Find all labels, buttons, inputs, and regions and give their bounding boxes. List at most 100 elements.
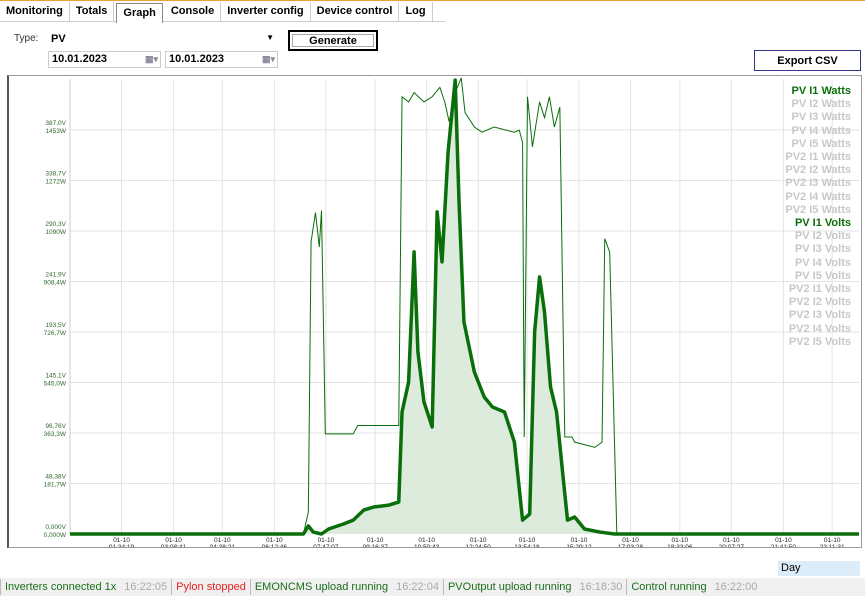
- y-tick-label-volts: 96,76V: [45, 423, 66, 430]
- y-tick-label-watts: 1090W: [45, 229, 66, 236]
- x-tick-time: 03:08:41: [161, 544, 187, 547]
- y-tick-label-volts: 241,9V: [45, 271, 66, 278]
- x-tick-time: 01:34:19: [109, 544, 135, 547]
- x-tick-date: 01-10: [824, 537, 841, 544]
- legend-item[interactable]: PV2 I2 Volts: [785, 296, 851, 309]
- status-time: 16:22:04: [396, 581, 439, 593]
- period-value: Day: [781, 562, 801, 574]
- status-segment: Pylon stopped: [171, 579, 250, 595]
- x-tick-date: 01-10: [622, 537, 639, 544]
- y-tick-label-watts: 0,000W: [44, 532, 67, 539]
- legend-item[interactable]: PV2 I4 Watts: [785, 191, 851, 204]
- legend-item[interactable]: PV I5 Watts: [785, 138, 852, 151]
- y-tick-label-volts: 145,1V: [45, 372, 66, 379]
- x-tick-time: 18:33:06: [667, 544, 693, 547]
- tab-totals[interactable]: Totals: [70, 2, 115, 22]
- period-select[interactable]: Day ▼: [778, 561, 860, 576]
- tab-inverter-config[interactable]: Inverter config: [221, 2, 311, 22]
- status-time: 16:18:30: [579, 581, 623, 593]
- x-tick-time: 09:16:37: [363, 544, 389, 547]
- status-segment: EMONCMS upload running 16:22:04: [249, 579, 443, 595]
- x-tick-date: 01-10: [266, 537, 283, 544]
- legend-item[interactable]: PV I4 Volts: [785, 257, 851, 270]
- x-tick-date: 01-10: [318, 537, 335, 544]
- calendar-icon[interactable]: ▦▾: [262, 54, 275, 65]
- legend-item[interactable]: PV I2 Watts: [785, 98, 852, 111]
- x-tick-time: 23:11:31: [820, 544, 845, 547]
- legend-item[interactable]: PV I1 Volts: [785, 217, 851, 230]
- x-tick-date: 01-10: [470, 537, 487, 544]
- y-tick-label-watts: 726,7W: [44, 330, 67, 337]
- x-tick-time: 21:41:50: [771, 544, 797, 547]
- legend-item[interactable]: PV I1 Watts: [785, 85, 852, 98]
- legend-item[interactable]: PV2 I3 Volts: [785, 309, 851, 322]
- y-tick-label-volts: 290,3V: [45, 221, 66, 228]
- legend-item[interactable]: PV2 I1 Watts: [785, 151, 851, 164]
- x-tick-date: 01-10: [418, 537, 435, 544]
- x-tick-time: 06:12:46: [262, 544, 288, 547]
- legend-item[interactable]: PV I3 Watts: [785, 111, 852, 124]
- tab-console[interactable]: Console: [165, 2, 222, 22]
- calendar-icon[interactable]: ▦▾: [145, 54, 158, 65]
- legend-item[interactable]: PV2 I2 Watts: [785, 164, 851, 177]
- tab-device-control[interactable]: Device control: [311, 2, 400, 22]
- date-from-value: 10.01.2023: [52, 53, 108, 65]
- type-select[interactable]: PV ▼: [48, 31, 278, 49]
- x-tick-time: 20:07:27: [719, 544, 745, 547]
- legend-item[interactable]: PV2 I5 Watts: [785, 204, 851, 217]
- chevron-down-icon: ▼: [266, 33, 274, 42]
- y-tick-label-watts: 1453W: [45, 128, 66, 135]
- y-tick-label-volts: 387,0V: [45, 120, 66, 127]
- status-segment: Inverters connected 1x 16:22:05: [0, 579, 171, 595]
- pv-chart: 0,000V 0,000W 48,38V 181,7W 96,76V 363,3W 145,…: [7, 75, 862, 548]
- status-text: PVOutput upload running: [447, 581, 572, 593]
- generate-button[interactable]: Generate: [288, 30, 378, 51]
- status-text: EMONCMS upload running: [254, 581, 389, 593]
- y-tick-label-volts: 48,38V: [45, 473, 66, 480]
- status-time: 16:22:05: [124, 581, 168, 593]
- y-tick-label-watts: 181,7W: [44, 481, 67, 488]
- tab-bar: Monitoring Totals Graph Console Inverter con…: [0, 2, 445, 23]
- y-tick-label-volts: 193,5V: [45, 322, 66, 329]
- legend-item[interactable]: PV2 I4 Volts: [785, 323, 851, 336]
- x-tick-date: 01-10: [367, 537, 384, 544]
- x-tick-date: 01-10: [672, 537, 689, 544]
- y-tick-label-volts: 338,7V: [45, 170, 66, 177]
- x-tick-date: 01-10: [214, 537, 231, 544]
- x-tick-date: 01-10: [165, 537, 182, 544]
- legend-item[interactable]: PV I3 Volts: [785, 243, 851, 256]
- x-tick-date: 01-10: [113, 537, 130, 544]
- tab-log[interactable]: Log: [399, 2, 433, 22]
- legend-item[interactable]: PV I2 Volts: [785, 230, 851, 243]
- tab-monitoring[interactable]: Monitoring: [0, 2, 70, 22]
- x-tick-date: 01-10: [571, 537, 588, 544]
- y-tick-label-watts: 545,0W: [44, 380, 67, 387]
- status-text: Inverters connected 1x: [5, 581, 117, 593]
- x-tick-time: 07:47:07: [313, 544, 339, 547]
- chart-legend: PV I1 Watts PV I2 Watts PV I3 Watts PV I4 W…: [785, 85, 851, 349]
- y-tick-label-watts: 363,3W: [44, 431, 67, 438]
- status-text: Pylon stopped: [176, 581, 246, 593]
- status-segment: Control running 16:22:00: [626, 579, 761, 595]
- y-tick-label-watts: 1272W: [45, 178, 66, 185]
- tab-graph[interactable]: Graph: [116, 3, 163, 23]
- x-tick-time: 17:03:28: [618, 544, 644, 547]
- y-tick-label-volts: 0,000V: [45, 524, 66, 531]
- date-to-picker[interactable]: 10.01.2023 ▦▾: [165, 51, 278, 68]
- legend-item[interactable]: PV2 I3 Watts: [785, 177, 851, 190]
- export-csv-button[interactable]: Export CSV: [754, 50, 861, 71]
- x-tick-date: 01-10: [775, 537, 792, 544]
- legend-item[interactable]: PV I4 Watts: [785, 125, 852, 138]
- x-tick-time: 10:50:43: [414, 544, 440, 547]
- legend-item[interactable]: PV2 I1 Volts: [785, 283, 851, 296]
- type-label: Type:: [14, 33, 39, 44]
- type-value: PV: [51, 33, 66, 45]
- x-tick-time: 13:54:18: [514, 544, 540, 547]
- x-tick-time: 04:38:21: [210, 544, 236, 547]
- x-tick-time: 15:29:12: [566, 544, 592, 547]
- legend-item[interactable]: PV2 I5 Volts: [785, 336, 851, 349]
- legend-item[interactable]: PV I5 Volts: [785, 270, 851, 283]
- status-segment: PVOutput upload running 16:18:30: [442, 579, 626, 595]
- status-text: Control running: [631, 581, 707, 593]
- date-from-picker[interactable]: 10.01.2023 ▦▾: [48, 51, 161, 68]
